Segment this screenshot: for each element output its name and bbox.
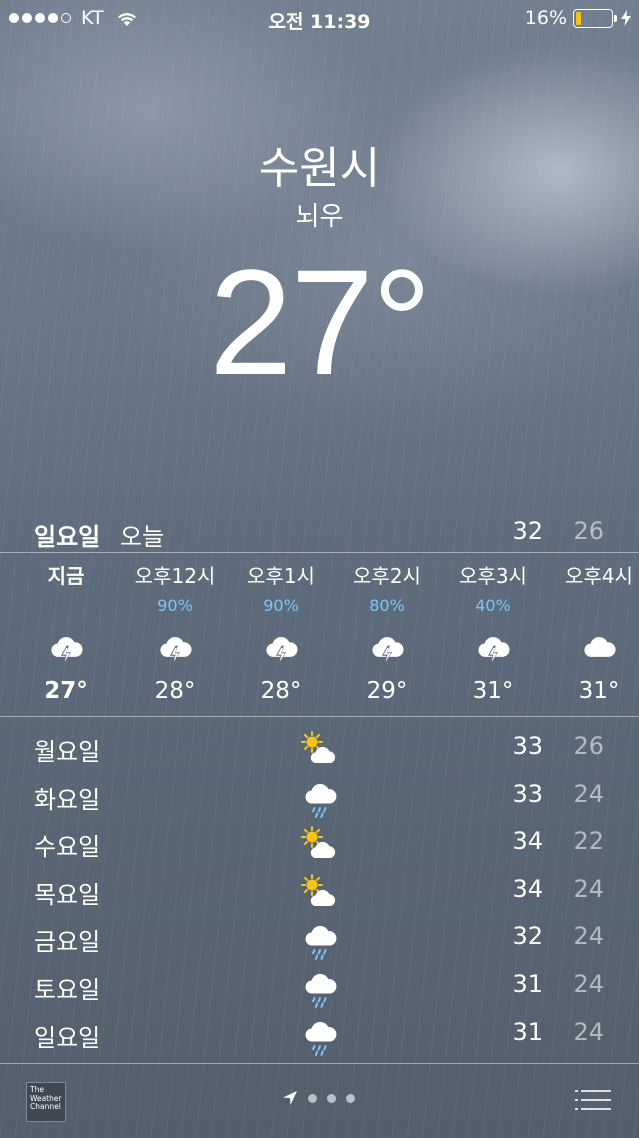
partly-sunny-icon	[300, 873, 340, 913]
cloud-icon	[547, 624, 639, 674]
hour-time: 오후1시	[247, 564, 315, 588]
daily-forecast[interactable]: 월요일 33 26 화요일 33 24 수요일 34 22 목요일 34 24 금요일 32 24 토요일 31…	[0, 730, 639, 1066]
hour-column: 지금 27°	[14, 560, 118, 704]
hour-time: 오후3시	[459, 564, 527, 588]
thunderstorm-icon	[441, 624, 545, 674]
day-high: 34	[512, 874, 543, 903]
day-high: 33	[512, 779, 543, 808]
location-arrow-icon	[283, 1091, 297, 1105]
precip-chance: 90%	[157, 596, 193, 615]
partly-sunny-icon	[300, 825, 340, 865]
hour-temp: 29°	[366, 678, 408, 704]
day-low: 24	[573, 1017, 604, 1046]
hour-temp: 31°	[578, 678, 620, 704]
weather-channel-logo[interactable]: The Weather Channel	[26, 1082, 66, 1122]
city-name: 수원시	[258, 143, 381, 194]
rain-icon	[300, 920, 340, 961]
day-name: 일요일	[34, 1023, 101, 1052]
battery-percent: 16%	[524, 7, 567, 29]
precip-chance: 80%	[369, 596, 405, 615]
partly-sunny-icon	[300, 730, 340, 770]
day-name: 금요일	[34, 928, 101, 957]
footer-toolbar: The Weather Channel	[0, 1064, 639, 1138]
hour-time: 오후12시	[134, 564, 216, 588]
day-name: 수요일	[34, 833, 101, 862]
hour-column: 오후12시 90% 28°	[123, 560, 227, 704]
precip-chance: 90%	[263, 596, 299, 615]
thunderstorm-icon	[14, 624, 118, 674]
day-high: 32	[512, 922, 543, 951]
day-low: 24	[573, 969, 604, 998]
daily-row: 토요일 31 24	[0, 970, 639, 1018]
day-name: 월요일	[34, 738, 101, 766]
hour-column: 오후3시 40% 31°	[441, 560, 545, 704]
day-name: 목요일	[34, 880, 101, 909]
thunderstorm-icon	[123, 624, 227, 674]
hourly-forecast[interactable]: 지금 27° 오후12시 90% 28° 오후1시 90% 28° 오후2시 80% 29° 오후3시…	[0, 560, 639, 710]
daily-row: 일요일 31 24	[0, 1018, 639, 1066]
daily-row: 수요일 34 22	[0, 825, 639, 875]
page-dot[interactable]	[346, 1093, 355, 1103]
hour-temp: 28°	[154, 678, 196, 704]
day-low: 26	[573, 732, 604, 760]
divider	[0, 716, 639, 717]
rain-icon	[300, 968, 340, 1008]
page-dot[interactable]	[327, 1093, 336, 1103]
today-low: 26	[573, 517, 604, 545]
current-temperature: 27°	[209, 238, 432, 406]
day-high: 34	[512, 827, 543, 856]
daily-row: 월요일 33 26	[0, 730, 639, 780]
day-high: 31	[512, 1017, 543, 1046]
thunderstorm-icon	[229, 624, 333, 674]
day-name: 화요일	[34, 785, 101, 814]
page-dot[interactable]	[308, 1093, 317, 1103]
today-day: 일요일	[34, 523, 101, 551]
status-bar: KT 오전 11:39 16%	[0, 0, 639, 38]
daily-row: 화요일 33 24	[0, 780, 639, 828]
hour-temp: 31°	[472, 678, 514, 704]
today-high: 32	[512, 517, 543, 545]
hour-time: 오후4시	[565, 564, 633, 588]
precip-chance	[14, 588, 118, 624]
hour-column: 오후4시 31°	[547, 560, 639, 704]
day-high: 33	[512, 732, 543, 760]
hour-column: 오후2시 80% 29°	[335, 560, 439, 704]
hour-temp: 27°	[44, 678, 88, 704]
divider	[0, 552, 639, 553]
rain-icon	[300, 1016, 340, 1056]
day-high: 31	[512, 969, 543, 998]
list-icon[interactable]	[575, 1088, 611, 1112]
today-label: 오늘	[120, 523, 165, 551]
thunderstorm-icon	[335, 624, 439, 674]
page-indicator[interactable]	[282, 1090, 355, 1106]
day-low: 22	[573, 827, 604, 856]
precip-chance: 40%	[475, 596, 511, 615]
daily-row: 목요일 34 24	[0, 873, 639, 923]
day-name: 토요일	[34, 975, 101, 1004]
precip-chance	[547, 588, 639, 624]
day-low: 24	[573, 779, 604, 808]
rain-icon	[300, 778, 340, 818]
hour-temp: 28°	[260, 678, 302, 704]
charging-bolt-icon	[621, 10, 631, 26]
day-low: 24	[573, 874, 604, 903]
battery-icon	[573, 8, 617, 28]
hour-time: 지금	[47, 564, 85, 588]
hour-time: 오후2시	[353, 564, 421, 588]
daily-row: 금요일 32 24	[0, 922, 639, 970]
hour-column: 오후1시 90% 28°	[229, 560, 333, 704]
weather-condition: 뇌우	[295, 202, 344, 232]
day-low: 24	[573, 922, 604, 951]
today-summary: 일요일 오늘 32 26	[0, 512, 639, 552]
